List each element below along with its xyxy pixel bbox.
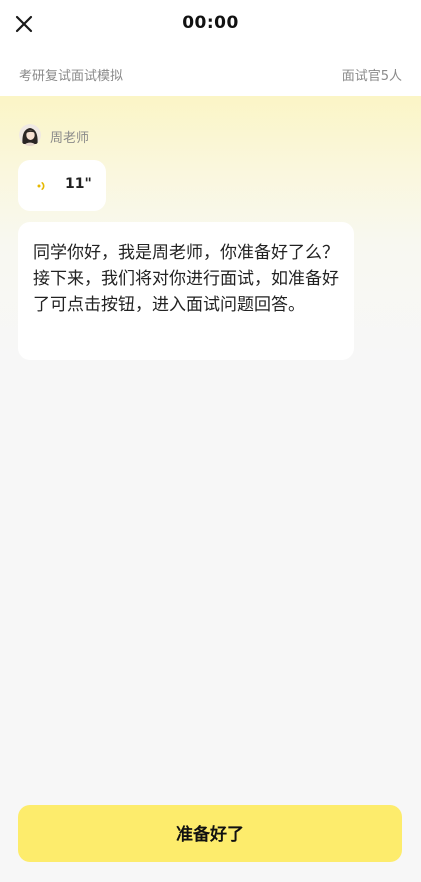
message-text: 同学你好，我是周老师，你准备好了么？接下来，我们将对你进行面试，如准备好了可点击… xyxy=(33,243,339,315)
interviewer-count: 面试官5人 xyxy=(341,69,402,84)
timer: 00:00 xyxy=(182,13,239,33)
sub-header: 考研复试面试模拟 面试官5人 xyxy=(0,48,421,96)
top-bar: 00:00 xyxy=(0,0,421,48)
ready-button[interactable]: 准备好了 xyxy=(18,805,402,862)
chat-area: 周老师 11" 同学你好，我是周老师，你准备好了么？接下来，我们将对你进行面试，… xyxy=(0,96,421,786)
voice-duration: 11" xyxy=(65,176,92,192)
avatar xyxy=(19,124,41,146)
session-title: 考研复试面试模拟 xyxy=(19,69,124,84)
voice-wave-icon xyxy=(37,182,45,190)
teacher-name: 周老师 xyxy=(50,131,90,146)
voice-message[interactable]: 11" xyxy=(18,160,106,211)
message-bubble: 同学你好，我是周老师，你准备好了么？接下来，我们将对你进行面试，如准备好了可点击… xyxy=(18,222,354,360)
